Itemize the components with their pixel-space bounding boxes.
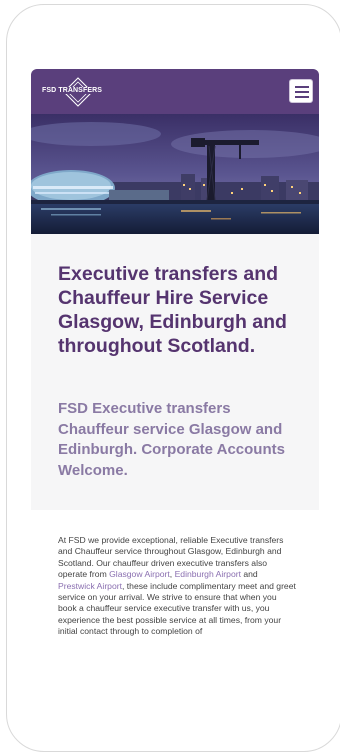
page-subheadline: FSD Executive transfers Chauffeur servic…: [58, 400, 285, 479]
intro-panel: Executive transfers and Chauffeur Hire S…: [31, 234, 319, 510]
glasgow-skyline-illustration: [31, 114, 319, 234]
hero-image: [31, 114, 319, 234]
intro-paragraph: At FSD we provide exceptional, reliable …: [58, 535, 296, 638]
mobile-screen: FSD TRANSFERS Executive transfers and Ch…: [31, 69, 319, 691]
menu-line-icon: [295, 86, 309, 88]
edinburgh-airport-link[interactable]: Edinburgh Airport: [175, 569, 241, 579]
glasgow-airport-link[interactable]: Glasgow Airport: [109, 569, 170, 579]
paragraph-separator: and: [240, 569, 258, 580]
menu-line-icon: [295, 91, 309, 93]
site-header: FSD TRANSFERS: [31, 69, 319, 114]
menu-line-icon: [295, 96, 309, 98]
hamburger-menu-button[interactable]: [289, 79, 313, 103]
logo-text: FSD TRANSFERS: [41, 87, 104, 94]
page-headline: Executive transfers and Chauffeur Hire S…: [58, 263, 287, 357]
site-logo[interactable]: FSD TRANSFERS: [41, 75, 131, 109]
prestwick-airport-link[interactable]: Prestwick Airport: [58, 581, 122, 591]
